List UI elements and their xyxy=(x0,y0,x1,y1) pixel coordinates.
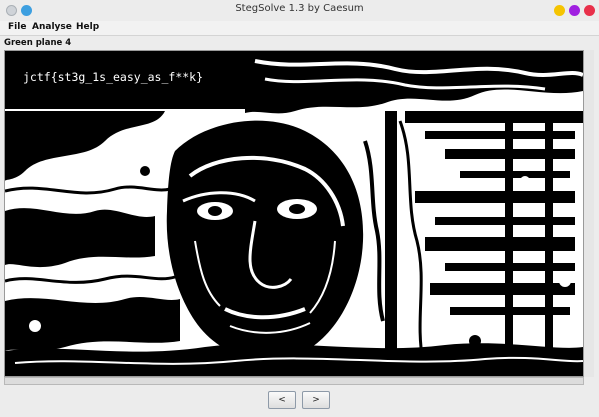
menu-file[interactable]: File xyxy=(8,22,26,32)
maximize-icon[interactable] xyxy=(569,5,580,16)
next-plane-button[interactable]: > xyxy=(302,391,330,409)
minimize-icon[interactable] xyxy=(554,5,565,16)
image-viewer: jctf{st3g_1s_easy_as_f**k} xyxy=(4,50,584,377)
flag-overlay: jctf{st3g_1s_easy_as_f**k} xyxy=(5,51,245,109)
menu-help[interactable]: Help xyxy=(76,22,99,32)
window-title: StegSolve 1.3 by Caesum xyxy=(235,3,364,14)
previous-plane-button[interactable]: < xyxy=(268,391,296,409)
horizontal-scrollbar[interactable] xyxy=(4,377,584,385)
stegsolve-window: StegSolve 1.3 by Caesum File Analyse Hel… xyxy=(0,0,599,417)
plane-label: Green plane 4 xyxy=(4,38,72,48)
vertical-scroll-track[interactable] xyxy=(584,50,594,377)
title-bar[interactable]: StegSolve 1.3 by Caesum xyxy=(0,0,599,21)
close-icon[interactable] xyxy=(584,5,595,16)
hidden-flag-text: jctf{st3g_1s_easy_as_f**k} xyxy=(23,70,204,84)
menu-bar: File Analyse Help xyxy=(0,21,599,36)
menu-analyse[interactable]: Analyse xyxy=(32,22,72,32)
